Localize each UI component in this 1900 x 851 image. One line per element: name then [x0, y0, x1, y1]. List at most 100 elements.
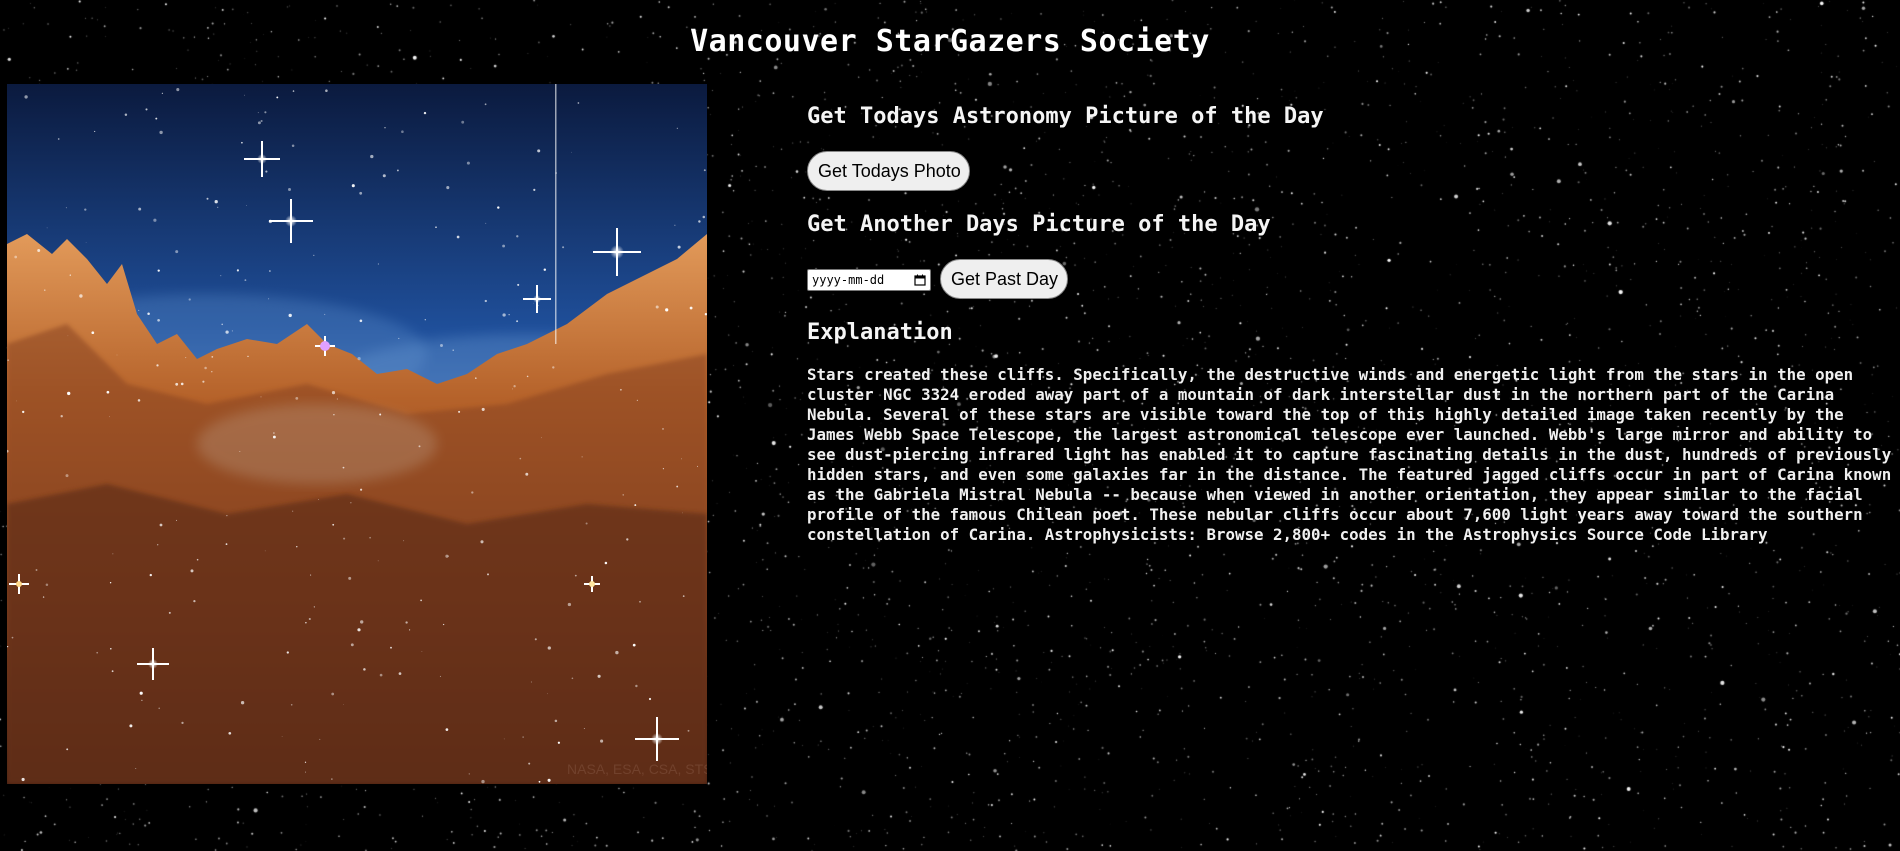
image-star: [22, 410, 25, 414]
image-star: [552, 366, 555, 369]
image-star: [69, 274, 71, 276]
image-star: [129, 724, 133, 728]
image-star: [241, 141, 243, 144]
image-star: [324, 313, 326, 316]
image-star: [390, 646, 392, 649]
image-star: [211, 356, 214, 358]
image-star: [109, 416, 110, 418]
image-star: [682, 512, 683, 514]
image-star: [534, 638, 537, 641]
image-star: [272, 435, 276, 439]
image-star: [635, 684, 638, 688]
image-star: [626, 538, 629, 541]
image-star: [485, 222, 487, 224]
image-star: [554, 719, 558, 723]
image-star: [313, 254, 315, 257]
image-star: [519, 457, 522, 460]
image-star: [221, 323, 223, 326]
image-star: [193, 599, 196, 603]
image-star: [357, 628, 361, 632]
image-star: [137, 399, 141, 402]
image-star: [112, 553, 114, 555]
image-star: [384, 126, 386, 129]
image-star: [702, 215, 706, 219]
image-star: [96, 651, 99, 654]
image-star: [597, 674, 601, 678]
image-star: [158, 707, 160, 710]
image-star: [202, 380, 205, 383]
image-star: [204, 366, 207, 370]
image-star: [409, 629, 411, 631]
image-star: [60, 415, 63, 418]
image-star: [244, 94, 246, 96]
image-star: [276, 96, 279, 99]
image-star: [360, 620, 364, 624]
image-star: [456, 235, 460, 239]
image-star: [42, 596, 45, 598]
image-star: [555, 172, 557, 174]
date-input[interactable]: yyyy-mm-dd: [807, 269, 931, 291]
image-star: [331, 391, 336, 395]
image-star: [351, 184, 355, 188]
get-todays-photo-button[interactable]: Get Todays Photo: [807, 151, 970, 191]
image-star: [502, 244, 506, 248]
image-star: [333, 413, 335, 416]
image-star: [689, 306, 693, 310]
image-star: [687, 729, 690, 732]
get-past-day-button[interactable]: Get Past Day: [940, 259, 1068, 299]
image-star: [188, 298, 191, 301]
image-star: [228, 731, 232, 735]
past-day-heading: Get Another Days Picture of the Day: [807, 212, 1271, 237]
image-star: [665, 308, 669, 312]
date-input-placeholder: yyyy-mm-dd: [812, 273, 885, 287]
image-star: [615, 650, 619, 655]
image-star: [257, 121, 261, 125]
image-star: [421, 651, 423, 652]
image-star: [135, 768, 137, 769]
image-star: [360, 488, 363, 491]
image-star: [21, 777, 25, 782]
today-heading: Get Todays Astronomy Picture of the Day: [807, 104, 1324, 129]
image-star: [481, 779, 485, 784]
image-star: [480, 540, 484, 544]
image-star: [281, 736, 283, 737]
calendar-icon[interactable]: [914, 274, 926, 286]
image-star: [295, 397, 299, 400]
image-star: [359, 191, 363, 195]
image-star: [398, 672, 402, 675]
image-star: [265, 170, 268, 173]
image-star: [331, 692, 335, 696]
image-star: [35, 569, 38, 571]
image-star: [7, 359, 10, 362]
image-star: [401, 130, 404, 133]
image-star: [180, 382, 184, 386]
image-star: [682, 595, 685, 597]
image-star: [703, 169, 706, 172]
image-star: [468, 773, 470, 775]
image-star: [288, 188, 291, 191]
image-star: [225, 330, 229, 334]
image-star: [528, 762, 531, 765]
image-star: [379, 413, 382, 416]
image-credit-watermark: NASA, ESA, CSA, STScI: [567, 761, 707, 777]
image-star: [318, 499, 320, 501]
image-star: [226, 515, 228, 517]
page: Vancouver StarGazers Society NASA, ESA, …: [0, 0, 1900, 851]
image-star: [567, 602, 572, 607]
image-star: [236, 269, 239, 272]
image-star: [260, 119, 263, 123]
image-star: [398, 337, 400, 340]
image-star: [439, 675, 441, 677]
image-star: [452, 349, 454, 351]
image-star: [116, 354, 118, 356]
image-star: [487, 573, 489, 576]
image-star: [420, 599, 422, 602]
image-star: [396, 169, 399, 172]
image-star: [698, 220, 701, 223]
image-star: [44, 289, 46, 291]
image-star: [286, 651, 289, 654]
image-star: [269, 270, 271, 272]
image-star: [292, 510, 294, 512]
image-star: [257, 112, 259, 114]
image-star: [516, 320, 519, 323]
